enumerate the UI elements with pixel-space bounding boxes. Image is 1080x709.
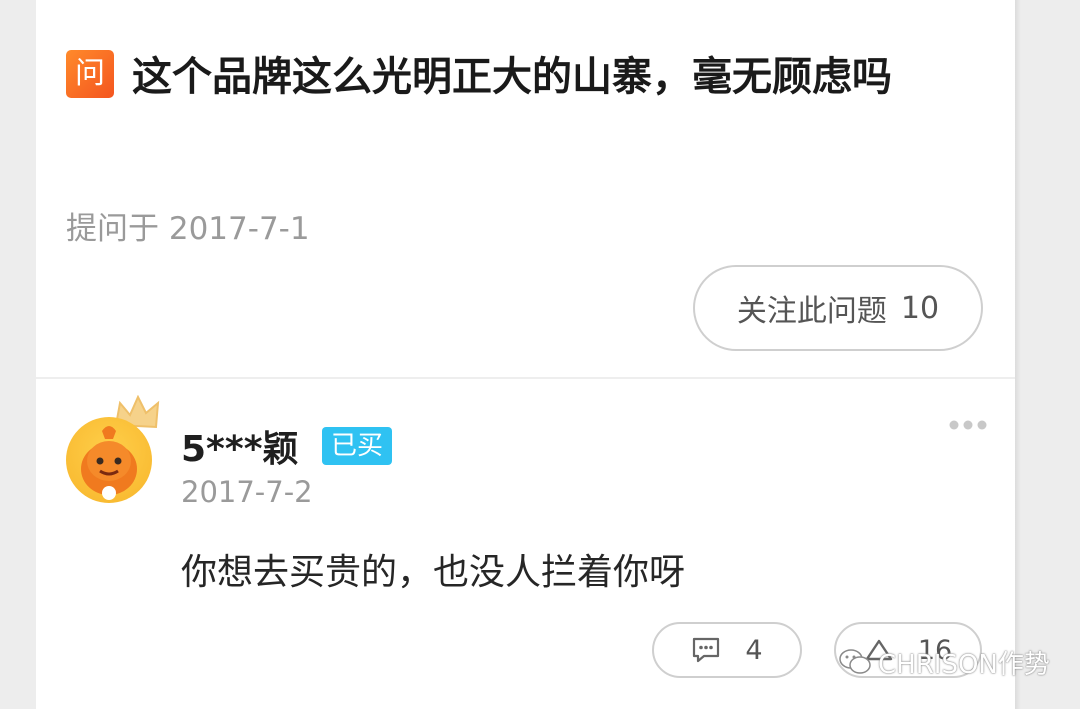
comment-button[interactable]: 4 xyxy=(652,622,802,678)
avatar[interactable] xyxy=(62,395,172,510)
divider xyxy=(36,377,1015,379)
question-title: 这个品牌这么光明正大的山寨，毫无顾虑吗 xyxy=(132,54,892,100)
follow-question-button[interactable]: 关注此问题 10 xyxy=(693,265,983,351)
mascot-icon xyxy=(81,426,137,500)
bought-badge: 已买 xyxy=(322,427,392,465)
watermark: CHRISON作势 xyxy=(838,644,1050,680)
follow-count: 10 xyxy=(900,290,940,326)
avatar-image xyxy=(66,417,152,503)
comment-icon xyxy=(693,637,720,663)
more-icon[interactable] xyxy=(948,418,988,432)
asked-label: 提问于 xyxy=(66,211,159,247)
follow-label: 关注此问题 xyxy=(736,294,887,329)
comment-count: 4 xyxy=(745,634,763,666)
watermark-text: CHRISON作势 xyxy=(878,649,1050,680)
asked-date: 2017-7-1 xyxy=(168,211,310,247)
answer-username: 5***颖 xyxy=(181,429,299,470)
wechat-icon xyxy=(839,649,871,674)
answer-text: 你想去买贵的，也没人拦着你呀 xyxy=(181,552,686,593)
answer-date: 2017-7-2 xyxy=(181,475,313,509)
asked-info: 提问于 2017-7-1 xyxy=(66,203,310,248)
card-edge xyxy=(1015,0,1021,709)
